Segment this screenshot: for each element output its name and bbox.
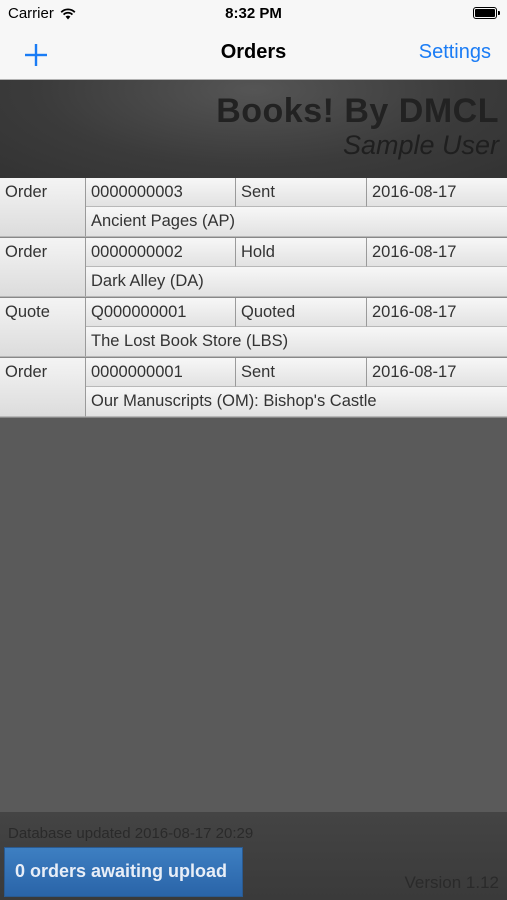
order-date: 2016-08-17 [367, 178, 507, 207]
order-row[interactable]: Order 0000000001 Sent 2016-08-17 Our Man… [0, 358, 507, 418]
user-name: Sample User [342, 130, 499, 160]
order-number: 0000000002 [86, 238, 236, 267]
order-date: 2016-08-17 [367, 298, 507, 327]
order-status: Hold [236, 238, 367, 267]
order-type: Order [0, 178, 86, 237]
upload-orders-button[interactable]: 0 orders awaiting upload [4, 847, 243, 897]
order-type: Order [0, 238, 86, 297]
order-vendor: Our Manuscripts (OM): Bishop's Castle [86, 387, 507, 417]
app-title: Books! By DMCL [216, 92, 499, 130]
version-label: Version 1.12 [404, 873, 499, 892]
order-status: Sent [236, 178, 367, 207]
navigation-bar: Orders Settings [0, 28, 507, 80]
settings-button[interactable]: Settings [419, 41, 491, 64]
order-row[interactable]: Quote Q000000001 Quoted 2016-08-17 The L… [0, 298, 507, 358]
order-vendor: Ancient Pages (AP) [86, 207, 507, 237]
order-number: Q000000001 [86, 298, 236, 327]
database-updated-label: Database updated 2016-08-17 20:29 [8, 825, 254, 842]
battery-icon [473, 7, 500, 19]
order-date: 2016-08-17 [367, 238, 507, 267]
order-type: Quote [0, 298, 86, 357]
order-status: Quoted [236, 298, 367, 327]
order-vendor: Dark Alley (DA) [86, 267, 507, 297]
order-vendor: The Lost Book Store (LBS) [86, 327, 507, 357]
footer: Database updated 2016-08-17 20:29 0 orde… [0, 812, 507, 900]
order-row[interactable]: Order 0000000003 Sent 2016-08-17 Ancient… [0, 178, 507, 238]
order-row[interactable]: Order 0000000002 Hold 2016-08-17 Dark Al… [0, 238, 507, 298]
order-number: 0000000003 [86, 178, 236, 207]
order-type: Order [0, 358, 86, 417]
order-date: 2016-08-17 [367, 358, 507, 387]
status-bar: Carrier 8:32 PM [0, 0, 507, 28]
app-banner: Books! By DMCL Sample User [0, 80, 507, 178]
orders-list: Order 0000000003 Sent 2016-08-17 Ancient… [0, 178, 507, 418]
order-status: Sent [236, 358, 367, 387]
order-number: 0000000001 [86, 358, 236, 387]
status-time: 8:32 PM [225, 5, 282, 22]
